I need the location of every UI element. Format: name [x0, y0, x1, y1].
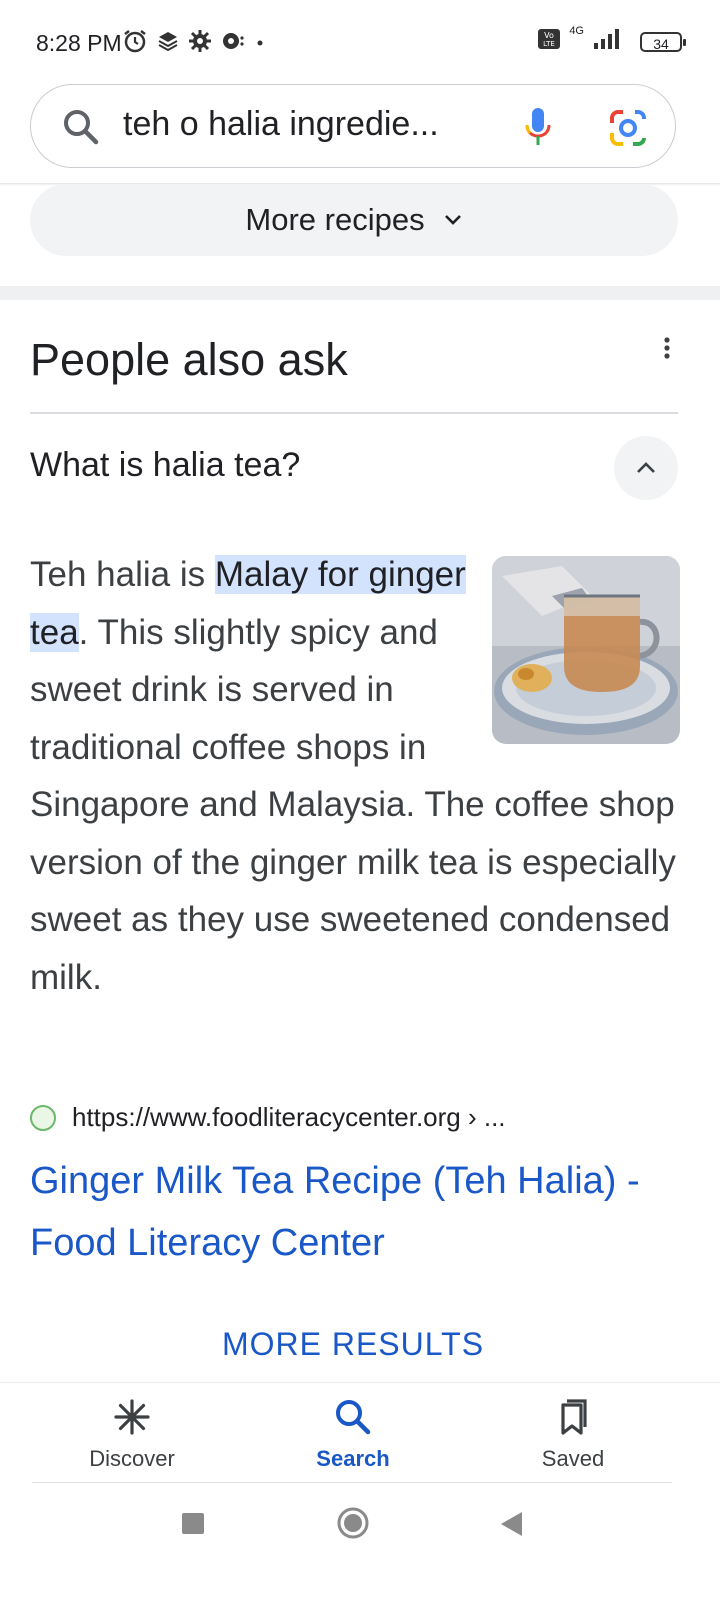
nav-saved[interactable]: Saved — [503, 1397, 643, 1472]
more-recipes-label: More recipes — [245, 202, 425, 237]
source-row[interactable]: https://www.foodliteracycenter.org › ... — [30, 1102, 506, 1133]
volte-icon: VoLTE — [538, 29, 561, 49]
ginger-tea-image[interactable] — [492, 556, 680, 744]
more-results-button[interactable]: MORE RESULTS — [0, 1326, 706, 1363]
answer-snippet: Teh halia is Malay for ginger tea. This … — [30, 546, 680, 1006]
bottom-navigation: Discover Search Saved — [0, 1382, 720, 1483]
gear-icon — [189, 30, 211, 52]
nav-search-label: Search — [316, 1446, 390, 1471]
svg-text:LTE: LTE — [543, 40, 555, 48]
status-bar: 8:28 PM Vo LTE 4G 34 — [0, 0, 720, 84]
source-url[interactable]: https://www.foodliteracycenter.org › ... — [72, 1102, 506, 1133]
search-input[interactable]: teh o halia ingredie... — [123, 105, 483, 144]
notification-icons — [122, 28, 266, 54]
back-icon[interactable] — [498, 1510, 524, 1538]
people-also-ask-title: People also ask — [30, 334, 348, 385]
google-lens-icon[interactable] — [609, 109, 647, 147]
chevron-up-icon — [637, 462, 655, 473]
section-divider — [0, 286, 720, 300]
nav-saved-label: Saved — [541, 1446, 605, 1471]
microphone-icon[interactable] — [525, 107, 551, 147]
question-heading[interactable]: What is halia tea? — [30, 446, 300, 485]
chevron-down-icon — [444, 215, 461, 225]
site-favicon-icon — [30, 1104, 56, 1131]
nav-discover[interactable]: Discover — [62, 1397, 202, 1472]
more-options-icon[interactable] — [656, 336, 678, 364]
search-icon — [336, 1400, 371, 1435]
alarm-icon — [124, 30, 146, 53]
nav-discover-label: Discover — [89, 1446, 175, 1471]
divider — [32, 1482, 672, 1483]
nav-search[interactable]: Search — [283, 1397, 423, 1472]
bookmarks-icon — [561, 1399, 587, 1435]
battery-icon: 34 — [640, 32, 686, 52]
connectivity-icons: Vo LTE 4G — [537, 25, 622, 50]
layers-icon — [158, 32, 178, 52]
signal-icon — [594, 29, 619, 49]
divider — [30, 412, 678, 414]
recents-icon[interactable] — [180, 1510, 206, 1536]
home-icon[interactable] — [336, 1506, 370, 1540]
more-recipes-button[interactable]: More recipes — [30, 184, 678, 256]
more-notifications-dot-icon — [257, 40, 263, 46]
search-bar[interactable]: teh o halia ingredie... — [30, 84, 676, 168]
answer-prefix: Teh halia is — [30, 555, 215, 594]
network-type: 4G — [569, 25, 584, 37]
asterisk-icon — [114, 1399, 150, 1435]
battery-level: 34 — [653, 36, 669, 52]
result-title-link[interactable]: Ginger Milk Tea Recipe (Teh Halia) - Foo… — [30, 1150, 680, 1274]
status-time: 8:28 PM — [36, 30, 122, 56]
ginger-tea-photo — [492, 556, 680, 744]
chat-icon — [223, 33, 244, 49]
search-icon — [64, 110, 99, 145]
collapse-question-button[interactable] — [614, 436, 678, 500]
system-navigation-bar — [0, 1484, 720, 1600]
svg-text:Vo: Vo — [544, 31, 554, 40]
